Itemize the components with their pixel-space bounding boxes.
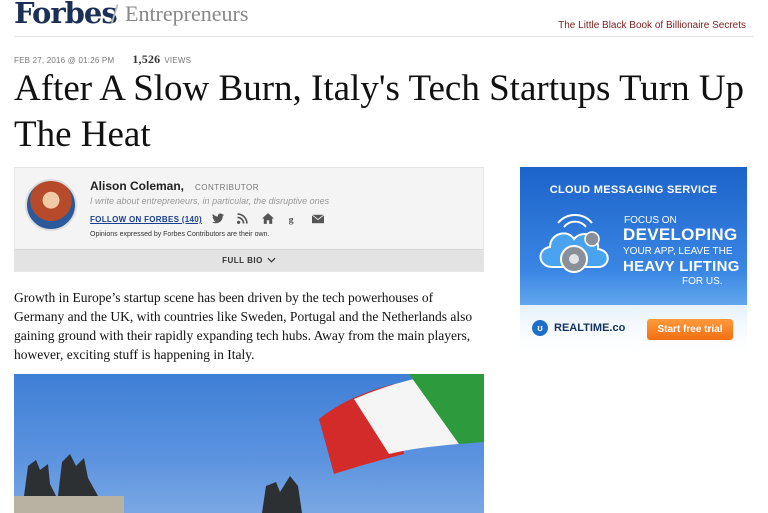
author-bio: I write about entrepreneurs, in particul… xyxy=(90,196,330,206)
forbes-logo[interactable]: Forbes xyxy=(14,0,118,30)
contributor-disclaimer: Opinions expressed by Forbes Contributor… xyxy=(90,231,270,238)
realtime-mark-icon: ʊ xyxy=(532,320,548,336)
promo-link[interactable]: The Little Black Book of Billionaire Sec… xyxy=(558,20,746,31)
ad-brand: REALTIME.co xyxy=(554,322,626,334)
site-header: Forbes / Entrepreneurs The Little Black … xyxy=(14,0,754,37)
author-name[interactable]: Alison Coleman, xyxy=(90,179,184,193)
publish-datetime: FEB 27, 2016 @ 01:26 PM xyxy=(14,56,115,65)
ad-line-5: FOR US. xyxy=(682,276,723,287)
ad-line-4: HEAVY LIFTING xyxy=(623,258,740,275)
header-separator: / xyxy=(111,2,119,27)
home-icon[interactable] xyxy=(261,212,274,225)
start-free-trial-button[interactable]: Start free trial xyxy=(647,319,733,340)
twitter-icon[interactable] xyxy=(211,212,224,225)
section-link-entrepreneurs[interactable]: Entrepreneurs xyxy=(125,1,248,27)
cloud-gear-icon xyxy=(539,213,609,273)
realtime-logo: ʊ REALTIME.co xyxy=(532,320,625,336)
author-avatar[interactable] xyxy=(25,179,77,231)
chevron-down-icon xyxy=(267,256,276,265)
author-social-links: g xyxy=(211,212,324,225)
author-role: CONTRIBUTOR xyxy=(195,183,260,192)
full-bio-label: FULL BIO xyxy=(222,256,263,265)
svg-text:g: g xyxy=(289,214,294,225)
realtime-ad-banner[interactable]: CLOUD MESSAGING SERVICE FOCUS ON DEVELOP… xyxy=(520,167,747,355)
article-meta: FEB 27, 2016 @ 01:26 PM 1,526 VIEWS xyxy=(14,52,191,67)
rss-icon[interactable] xyxy=(236,212,249,225)
follow-on-forbes-link[interactable]: FOLLOW ON FORBES (140) xyxy=(90,215,202,224)
email-icon[interactable] xyxy=(311,212,324,225)
full-bio-button[interactable]: FULL BIO xyxy=(15,249,483,271)
article-title: After A Slow Burn, Italy's Tech Startups… xyxy=(14,68,745,155)
monument-statues xyxy=(14,454,302,513)
view-count-label: VIEWS xyxy=(164,56,192,65)
view-count: 1,526 xyxy=(132,52,161,66)
google-plus-icon[interactable]: g xyxy=(286,212,299,225)
article-body-paragraph: Growth in Europe’s startup scene has bee… xyxy=(14,290,473,362)
italian-flag-illustration xyxy=(319,374,484,474)
article-hero-image xyxy=(14,374,484,513)
ad-line-2: DEVELOPING xyxy=(623,225,738,244)
ad-line-3: YOUR APP, LEAVE THE xyxy=(623,246,733,257)
author-card: Alison Coleman, CONTRIBUTOR I write abou… xyxy=(14,167,484,272)
ad-title: CLOUD MESSAGING SERVICE xyxy=(549,184,718,196)
